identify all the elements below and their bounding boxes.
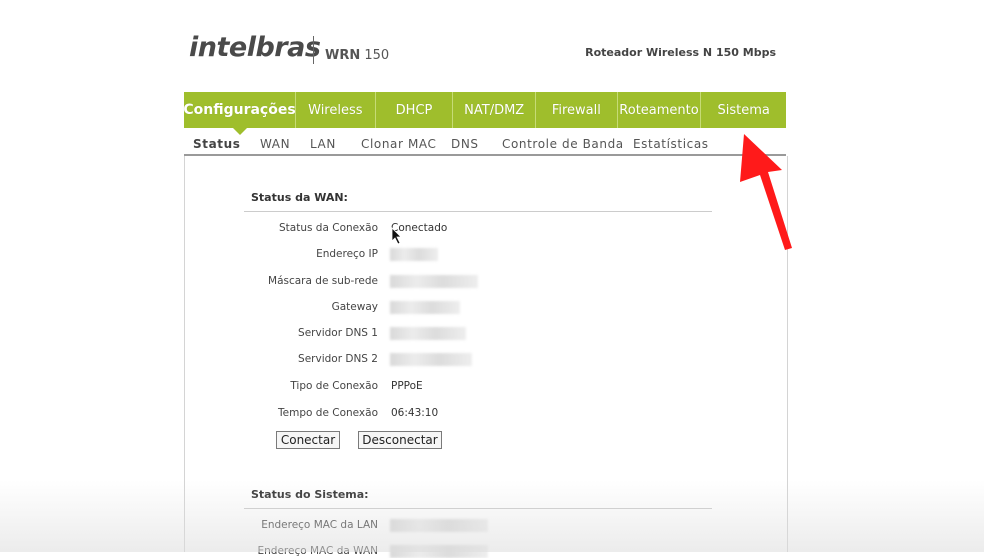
tab-dhcp[interactable]: DHCP xyxy=(376,92,454,128)
red-arrow-icon xyxy=(740,134,792,250)
label-dns2: Servidor DNS 2 xyxy=(298,353,378,365)
label-mascara: Máscara de sub-rede xyxy=(268,275,378,287)
value-endereco-ip-redacted xyxy=(390,248,438,261)
label-gateway: Gateway xyxy=(331,301,378,313)
connect-button[interactable]: Conectar xyxy=(276,431,340,449)
tab-sistema[interactable]: Sistema xyxy=(701,92,786,128)
value-tempo-conexao: 06:43:10 xyxy=(391,407,439,419)
value-gateway-redacted xyxy=(390,301,460,314)
label-tempo-conexao: Tempo de Conexão xyxy=(278,407,378,419)
tab-roteamento[interactable]: Roteamento xyxy=(618,92,702,128)
disconnect-button[interactable]: Desconectar xyxy=(358,431,442,449)
system-status-divider xyxy=(244,508,712,509)
subtab-dns[interactable]: DNS xyxy=(451,137,479,151)
label-mac-wan: Endereço MAC da WAN xyxy=(257,545,378,557)
logo-divider xyxy=(313,36,314,64)
model-prefix: WRN xyxy=(325,48,361,63)
mouse-pointer-icon xyxy=(391,227,402,245)
model-name: WRN 150 xyxy=(325,48,389,63)
system-status-title: Status do Sistema: xyxy=(251,488,369,501)
main-nav: Configurações Wireless DHCP NAT/DMZ Fire… xyxy=(183,92,786,135)
model-number: 150 xyxy=(364,48,390,63)
tab-firewall[interactable]: Firewall xyxy=(536,92,618,128)
label-endereco-ip: Endereço IP xyxy=(316,248,378,260)
label-status-conexao: Status da Conexão xyxy=(279,222,378,234)
value-mascara-redacted xyxy=(390,275,478,288)
subtab-wan[interactable]: WAN xyxy=(260,137,290,151)
subtab-estatisticas[interactable]: Estatísticas xyxy=(633,137,709,151)
brand-logo: intelbras xyxy=(189,32,321,63)
subtab-status[interactable]: Status xyxy=(193,137,241,151)
product-subtitle: Roteador Wireless N 150 Mbps xyxy=(585,46,776,59)
value-mac-lan-redacted xyxy=(390,519,488,532)
wan-status-title: Status da WAN: xyxy=(251,191,348,204)
tab-wireless[interactable]: Wireless xyxy=(296,92,376,128)
wan-status-divider xyxy=(244,211,712,212)
subtab-lan[interactable]: LAN xyxy=(310,137,336,151)
subtab-controle-de-banda[interactable]: Controle de Banda xyxy=(502,137,624,151)
tab-nat-dmz[interactable]: NAT/DMZ xyxy=(453,92,537,128)
value-tipo-conexao: PPPoE xyxy=(391,380,423,392)
label-tipo-conexao: Tipo de Conexão xyxy=(290,380,378,392)
sub-nav: Status WAN LAN Clonar MAC DNS Controle d… xyxy=(184,137,786,154)
tab-configuracoes[interactable]: Configurações xyxy=(183,92,296,135)
label-dns1: Servidor DNS 1 xyxy=(298,327,378,339)
subtab-clonar-mac[interactable]: Clonar MAC xyxy=(361,137,437,151)
value-dns1-redacted xyxy=(390,327,466,340)
label-mac-lan: Endereço MAC da LAN xyxy=(261,519,378,531)
value-dns2-redacted xyxy=(390,353,472,366)
